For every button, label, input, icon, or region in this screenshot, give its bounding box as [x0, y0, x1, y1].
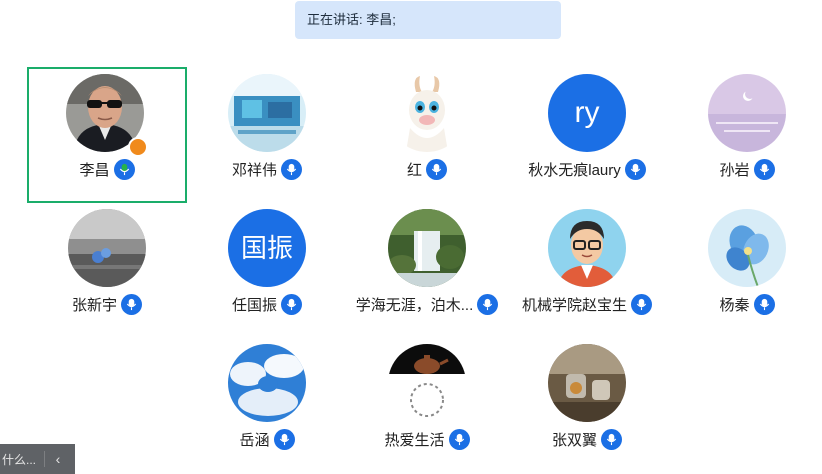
- participant-name: 任国振: [231, 296, 277, 314]
- participant-name: 红: [406, 161, 422, 179]
- participant-name: 机械学院赵宝生: [521, 296, 627, 314]
- participant-name-row: 张双翼: [507, 427, 667, 451]
- participant-name: 张新宇: [71, 296, 117, 314]
- chat-preview-text: 什么...: [2, 452, 37, 467]
- avatar: [548, 344, 626, 422]
- avatar: [388, 74, 466, 152]
- participant-name-row: 学海无涯，泊木...: [347, 292, 507, 316]
- chat-preview-bar[interactable]: 什么... ‹: [0, 444, 75, 474]
- participant-tile[interactable]: 机械学院赵宝生: [507, 202, 667, 338]
- participant-name-row: 孙岩: [667, 157, 822, 181]
- participant-name: 邓祥伟: [231, 161, 277, 179]
- mic-icon[interactable]: [477, 293, 499, 315]
- participant-name-row: 李昌: [29, 157, 185, 181]
- avatar: [708, 74, 786, 152]
- mic-icon[interactable]: [281, 158, 302, 180]
- mic-active-icon[interactable]: [113, 158, 135, 180]
- participant-name-row: 任国振: [187, 292, 347, 316]
- host-badge: [128, 137, 148, 157]
- participant-name: 热爱生活: [384, 431, 445, 449]
- avatar: [708, 209, 786, 287]
- mic-icon[interactable]: [448, 428, 470, 450]
- participant-name-row: 机械学院赵宝生: [507, 292, 667, 316]
- participant-name: 秋水无痕laury: [528, 161, 621, 179]
- participant-name: 李昌: [79, 161, 110, 179]
- avatar: [68, 209, 146, 287]
- avatar: [388, 344, 466, 422]
- avatar: [388, 209, 466, 287]
- mic-icon[interactable]: [753, 158, 775, 180]
- participant-name-row: 热爱生活: [347, 427, 507, 451]
- participant-tile[interactable]: ry 秋水无痕laury: [507, 67, 667, 203]
- participant-name-row: 杨秦: [667, 292, 822, 316]
- participant-name: 杨秦: [719, 296, 750, 314]
- avatar: 国振: [228, 209, 306, 287]
- participant-tile-active[interactable]: 李昌: [27, 67, 187, 203]
- participant-name: 孙岩: [719, 161, 750, 179]
- participant-tile[interactable]: 张双翼: [507, 337, 667, 473]
- mic-icon[interactable]: [753, 293, 775, 315]
- participant-tile[interactable]: 国振 任国振: [187, 202, 347, 338]
- avatar-initials: ry: [574, 96, 600, 129]
- participant-name-row: 红: [347, 157, 507, 181]
- participant-name-row: 秋水无痕laury: [507, 157, 667, 181]
- mic-icon[interactable]: [601, 428, 622, 450]
- participant-tile[interactable]: 热爱生活: [347, 337, 507, 473]
- mic-icon[interactable]: [631, 293, 652, 315]
- participant-tile[interactable]: 岳涵: [187, 337, 347, 473]
- participant-name-row: 岳涵: [187, 427, 347, 451]
- participant-name: 岳涵: [239, 431, 270, 449]
- speaking-banner: 正在讲话: 李昌;: [295, 1, 561, 39]
- avatar: ry: [548, 74, 626, 152]
- mic-icon[interactable]: [426, 158, 447, 180]
- participant-tile[interactable]: 红: [347, 67, 507, 203]
- avatar: [228, 74, 306, 152]
- mic-icon[interactable]: [281, 293, 302, 315]
- participant-name-row: 邓祥伟: [187, 157, 347, 181]
- participant-tile[interactable]: 杨秦: [667, 202, 822, 338]
- chevron-left-icon[interactable]: ‹: [44, 451, 71, 467]
- participant-tile[interactable]: 孙岩: [667, 67, 822, 203]
- speaking-banner-text: 正在讲话: 李昌;: [307, 12, 396, 27]
- participant-tile[interactable]: 学海无涯，泊木...: [347, 202, 507, 338]
- participant-name: 学海无涯，泊木...: [355, 296, 474, 314]
- participant-tile[interactable]: 邓祥伟: [187, 67, 347, 203]
- avatar-initials: 国振: [240, 233, 293, 263]
- participant-name: 张双翼: [551, 431, 597, 449]
- avatar: [228, 344, 306, 422]
- mic-icon[interactable]: [624, 158, 646, 180]
- avatar: [548, 209, 626, 287]
- participant-tile[interactable]: 张新宇: [27, 202, 187, 338]
- participant-name-row: 张新宇: [27, 292, 187, 316]
- mic-icon[interactable]: [121, 293, 142, 315]
- mic-icon[interactable]: [273, 428, 295, 450]
